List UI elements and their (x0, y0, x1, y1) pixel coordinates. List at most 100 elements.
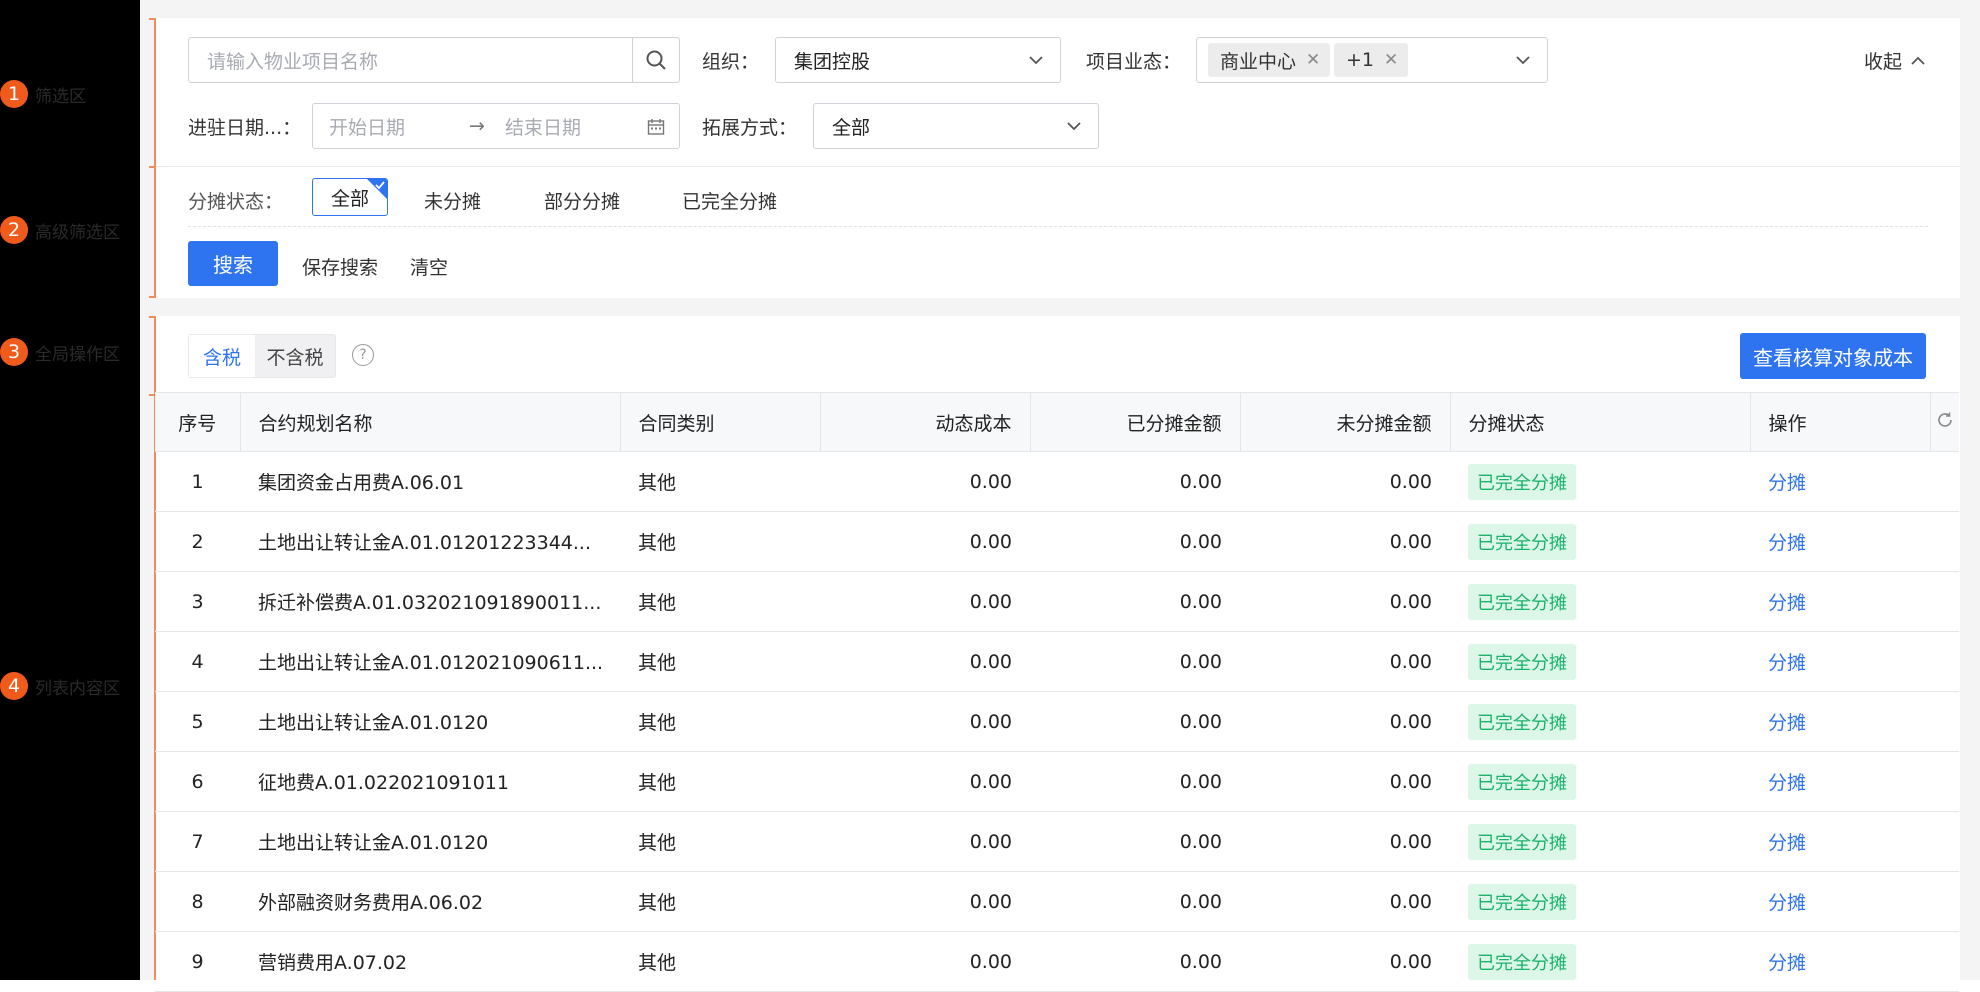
business-tag[interactable]: 商业中心 ✕ (1208, 43, 1331, 77)
status-badge: 已完全分摊 (1468, 643, 1576, 680)
table-row: 9 营销费用A.07.02 其他 0.00 0.00 0.00 已完全分摊 分摊 (155, 931, 1959, 992)
close-icon[interactable]: ✕ (1306, 50, 1320, 70)
status-option-partial[interactable]: 部分分摊 (544, 187, 620, 214)
start-date-placeholder: 开始日期 (329, 116, 406, 139)
status-option-unallocated[interactable]: 未分摊 (424, 187, 481, 214)
annotation-number: 2 (0, 216, 28, 244)
tab-tax-excluded[interactable]: 不含税 (255, 335, 335, 377)
status-badge: 已完全分摊 (1468, 703, 1576, 740)
tag-label: 商业中心 (1220, 50, 1297, 73)
date-range-picker[interactable]: 开始日期 → 结束日期 (312, 103, 680, 149)
unallocated-amount: 0.00 (1240, 631, 1450, 692)
column-header-type: 合同类别 (620, 392, 821, 452)
left-margin (0, 0, 140, 980)
empty-cell (1930, 691, 1959, 752)
tax-toggle: 含税 不含税 (188, 334, 336, 378)
action-cell: 分摊 (1750, 931, 1930, 992)
status-cell: 已完全分摊 (1450, 871, 1750, 932)
allocate-link[interactable]: 分摊 (1768, 532, 1806, 554)
collapse-toggle[interactable]: 收起 (1864, 47, 1926, 74)
contract-type: 其他 (620, 811, 820, 872)
allocated-amount: 0.00 (1030, 511, 1240, 572)
allocated-amount: 0.00 (1030, 811, 1240, 872)
contract-type: 其他 (620, 871, 820, 932)
allocated-amount: 0.00 (1030, 871, 1240, 932)
table-row: 7 土地出让转让金A.01.0120 其他 0.00 0.00 0.00 已完全分摊 分摊 (155, 811, 1959, 872)
action-cell: 分摊 (1750, 691, 1930, 752)
column-header-allocated: 已分摊金额 (1030, 392, 1241, 452)
annotation-advanced-filter-area: 2 高级筛选区 (0, 216, 120, 244)
contract-name: 土地出让转让金A.01.0120 (240, 691, 620, 752)
allocate-link[interactable]: 分摊 (1768, 772, 1806, 794)
chevron-down-icon (1516, 56, 1530, 65)
collapse-label: 收起 (1864, 51, 1903, 73)
search-submit-button[interactable]: 搜索 (188, 241, 278, 286)
allocated-amount: 0.00 (1030, 931, 1240, 992)
status-cell: 已完全分摊 (1450, 451, 1750, 512)
dynamic-cost: 0.00 (820, 571, 1030, 632)
status-option-label: 全部 (330, 187, 369, 210)
clear-button[interactable]: 清空 (410, 253, 448, 280)
search-button[interactable] (632, 38, 679, 82)
table-row: 4 土地出让转让金A.01.012021090611... 其他 0.00 0.00 0.… (155, 631, 1959, 692)
status-label: 分摊状态： (188, 191, 284, 213)
expand-select[interactable]: 全部 (813, 103, 1099, 149)
end-date-placeholder: 结束日期 (505, 116, 582, 139)
empty-cell (1930, 751, 1959, 812)
dynamic-cost: 0.00 (820, 451, 1030, 512)
annotation-label: 全局操作区 (35, 344, 120, 365)
help-icon[interactable]: ? (352, 344, 374, 366)
close-icon[interactable]: ✕ (1384, 50, 1398, 70)
action-cell: 分摊 (1750, 811, 1930, 872)
status-cell: 已完全分摊 (1450, 571, 1750, 632)
dynamic-cost: 0.00 (820, 691, 1030, 752)
row-number: 1 (155, 451, 240, 512)
allocate-link[interactable]: 分摊 (1768, 592, 1806, 614)
org-select[interactable]: 集团控股 (775, 37, 1061, 83)
table-row: 8 外部融资财务费用A.06.02 其他 0.00 0.00 0.00 已完全分摊 分摊 (155, 871, 1959, 932)
contract-type: 其他 (620, 691, 820, 752)
allocate-link[interactable]: 分摊 (1768, 472, 1806, 494)
allocate-link[interactable]: 分摊 (1768, 892, 1806, 914)
status-option-all[interactable]: 全部 (312, 178, 388, 216)
allocate-link[interactable]: 分摊 (1768, 712, 1806, 734)
status-cell: 已完全分摊 (1450, 631, 1750, 692)
annotation-number: 4 (0, 672, 28, 700)
dynamic-cost: 0.00 (820, 871, 1030, 932)
org-label: 组织： (702, 51, 760, 73)
contract-name: 外部融资财务费用A.06.02 (240, 871, 620, 932)
empty-cell (1930, 811, 1959, 872)
table-row: 6 征地费A.01.022021091011 其他 0.00 0.00 0.00 已完全分摊… (155, 751, 1959, 812)
contract-type: 其他 (620, 751, 820, 812)
unallocated-amount: 0.00 (1240, 571, 1450, 632)
search-placeholder: 请输入物业项目名称 (207, 50, 379, 73)
allocate-link[interactable]: 分摊 (1768, 832, 1806, 854)
contract-name: 土地出让转让金A.01.012021090611... (240, 631, 620, 692)
table-header-row: 序号 合约规划名称 合同类别 动态成本 已分摊金额 未分摊金额 分摊状态 操作 (155, 392, 1959, 452)
unallocated-amount: 0.00 (1240, 931, 1450, 992)
chevron-down-icon (1067, 122, 1081, 131)
view-cost-button[interactable]: 查看核算对象成本 (1740, 333, 1926, 379)
status-option-complete[interactable]: 已完全分摊 (682, 187, 777, 214)
save-search-button[interactable]: 保存搜索 (302, 253, 378, 280)
chevron-down-icon (1029, 56, 1043, 65)
allocate-link[interactable]: 分摊 (1768, 652, 1806, 674)
business-tag-more[interactable]: +1 ✕ (1334, 43, 1409, 77)
annotation-number: 1 (0, 80, 28, 108)
refresh-icon[interactable] (1935, 410, 1955, 430)
status-cell: 已完全分摊 (1450, 511, 1750, 572)
empty-cell (1930, 631, 1959, 692)
expand-label: 拓展方式： (702, 117, 798, 139)
tag-label: +1 (1346, 49, 1375, 71)
column-header-name: 合约规划名称 (240, 392, 621, 452)
project-search-input[interactable]: 请输入物业项目名称 (188, 37, 680, 83)
row-number: 6 (155, 751, 240, 812)
allocate-link[interactable]: 分摊 (1768, 952, 1806, 974)
row-number: 5 (155, 691, 240, 752)
tab-tax-included[interactable]: 含税 (189, 335, 255, 377)
action-cell: 分摊 (1750, 631, 1930, 692)
unallocated-amount: 0.00 (1240, 871, 1450, 932)
contract-name: 土地出让转让金A.01.0120 (240, 811, 620, 872)
annotation-filter-area: 1 筛选区 (0, 80, 86, 108)
date-label: 进驻日期...： (188, 117, 302, 139)
